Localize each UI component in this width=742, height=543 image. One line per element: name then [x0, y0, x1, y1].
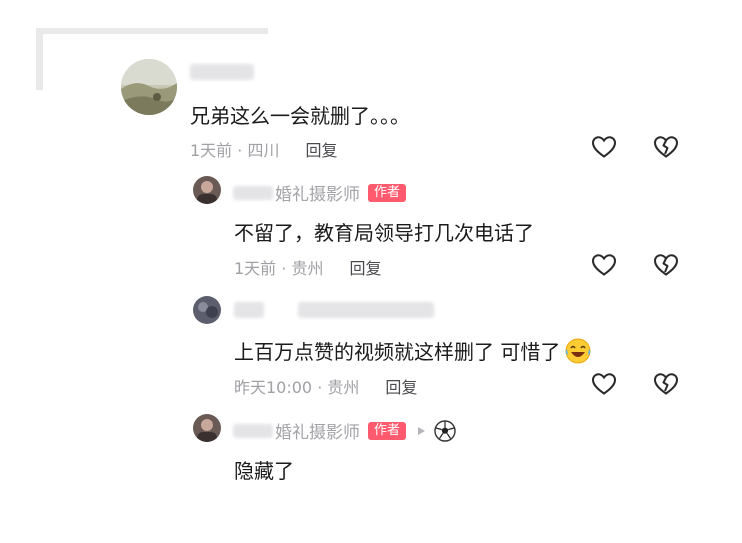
- username[interactable]: 婚礼摄影师: [275, 418, 360, 443]
- comment-text: 隐藏了: [234, 459, 294, 483]
- heart-outline-icon: [591, 136, 617, 158]
- avatar[interactable]: [193, 176, 221, 204]
- comment-meta: 昨天10:00 · 贵州 回复: [234, 374, 417, 398]
- broken-heart-icon: [653, 136, 679, 158]
- username[interactable]: 婚礼摄影师: [275, 180, 360, 205]
- reply-header: 婚礼摄影师 作者: [233, 180, 407, 205]
- dislike-button[interactable]: [651, 370, 681, 398]
- blurred-username-prefix: [233, 185, 273, 200]
- comment-meta: 1天前 · 贵州 回复: [234, 255, 381, 279]
- comment-text: 不留了，教育局领导打几次电话了: [234, 221, 534, 245]
- time-location: 1天前 · 四川: [190, 141, 280, 160]
- author-badge: 作者: [368, 421, 407, 440]
- like-button[interactable]: [589, 370, 619, 398]
- reply-header: 婚礼摄影师 作者: [233, 418, 456, 443]
- avatar[interactable]: [121, 59, 177, 115]
- heart-outline-icon: [591, 254, 617, 276]
- comment-text: 兄弟这么一会就删了。。。: [190, 104, 410, 128]
- dislike-button[interactable]: [651, 133, 681, 161]
- broken-heart-icon: [653, 373, 679, 395]
- comment-text: 上百万点赞的视频就这样删了 可惜了: [234, 336, 592, 365]
- dislike-button[interactable]: [651, 251, 681, 279]
- blurred-reply-target: [298, 302, 434, 318]
- blurred-username-prefix: [233, 423, 273, 438]
- reply-button[interactable]: 回复: [305, 137, 337, 161]
- blurred-username: [234, 302, 264, 318]
- triangle-right-icon: [418, 426, 426, 435]
- time-location: 昨天10:00 · 贵州: [234, 378, 360, 397]
- comment-meta: 1天前 · 四川 回复: [190, 137, 337, 161]
- like-button[interactable]: [589, 251, 619, 279]
- like-button[interactable]: [589, 133, 619, 161]
- reply-button[interactable]: 回复: [349, 255, 381, 279]
- author-badge: 作者: [368, 183, 407, 202]
- laughing-crying-emoji-icon: [565, 338, 591, 363]
- broken-heart-icon: [653, 254, 679, 276]
- avatar[interactable]: [193, 414, 221, 442]
- comment-text-value: 上百万点赞的视频就这样删了 可惜了: [234, 340, 561, 364]
- avatar[interactable]: [193, 296, 221, 324]
- soccer-ball-icon: [434, 419, 456, 442]
- heart-outline-icon: [591, 373, 617, 395]
- reply-button[interactable]: 回复: [385, 374, 417, 398]
- blurred-username: [190, 64, 254, 80]
- time-location: 1天前 · 贵州: [234, 259, 324, 278]
